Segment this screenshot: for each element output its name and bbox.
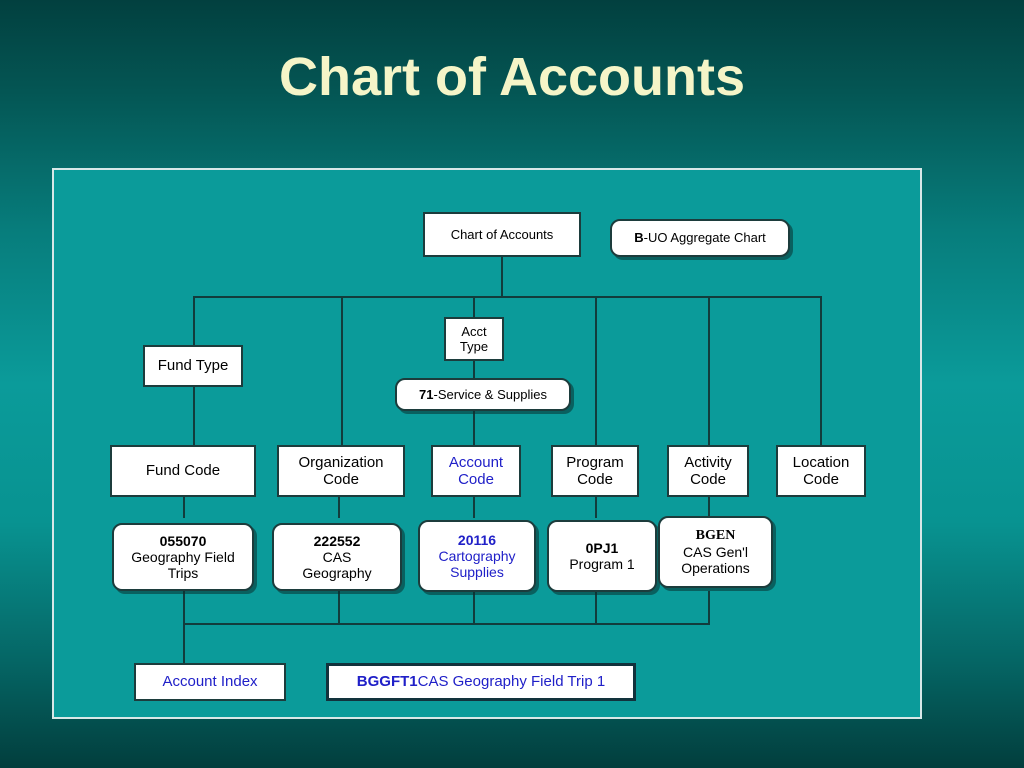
node-uo-aggregate-chart[interactable]: B - UO Aggregate Chart	[610, 219, 790, 257]
connector-bus-to-fund-type	[193, 296, 195, 345]
slide-canvas: Chart of Accounts Chart of Accounts B - …	[0, 0, 1024, 768]
node-location-code[interactable]: Location Code	[776, 445, 866, 497]
node-acct-type-line1: Acct	[461, 323, 487, 339]
node-program-code-value-line1: Program 1	[569, 556, 635, 572]
node-fund-type[interactable]: Fund Type	[143, 345, 243, 387]
connector-main-bus	[193, 296, 821, 298]
node-account-index-value[interactable]: BGGFT1 CAS Geography Field Trip 1	[326, 663, 636, 701]
diagram-panel: Chart of Accounts B - UO Aggregate Chart…	[52, 168, 922, 719]
node-organization-code-value[interactable]: 222552 CAS Geography	[272, 523, 402, 591]
node-fund-type-label: Fund Type	[157, 357, 229, 375]
node-location-code-line2: Code	[803, 471, 839, 488]
connector-lower-bus-to-index	[183, 623, 185, 663]
node-activity-code-line2: Code	[690, 471, 726, 488]
node-acct-type[interactable]: Acct Type	[444, 317, 504, 361]
node-activity-code-line1: Activity	[684, 453, 732, 471]
connector-program-value-down	[595, 591, 597, 624]
connector-org-value-down	[338, 591, 340, 624]
node-chart-of-accounts-label: Chart of Accounts	[450, 226, 554, 242]
node-activity-code-value[interactable]: BGEN CAS Gen'l Operations	[658, 516, 773, 588]
node-organization-code-value-line1: CAS	[322, 548, 352, 565]
node-location-code-line1: Location	[792, 453, 850, 471]
connector-bus-to-acct-type	[473, 296, 475, 317]
node-organization-code-line2: Code	[323, 471, 359, 488]
node-acct-type-value-label: Service & Supplies	[437, 386, 547, 402]
node-fund-code-value-line1: Geography Field	[131, 548, 235, 565]
node-organization-code-value-code: 222552	[313, 532, 361, 549]
node-organization-code-line1: Organization	[298, 453, 384, 471]
node-account-code-value-line1: Cartography	[438, 547, 516, 564]
page-title: Chart of Accounts	[278, 47, 745, 107]
node-fund-code-value-line2: Trips	[167, 565, 199, 582]
connector-bus-to-activity	[708, 296, 710, 445]
node-organization-code[interactable]: Organization Code	[277, 445, 405, 497]
connector-coa-to-bus	[501, 257, 503, 297]
node-activity-code-value-code: BGEN	[695, 527, 736, 543]
connector-activity-value-down	[708, 591, 710, 624]
node-account-index[interactable]: Account Index	[134, 663, 286, 701]
node-activity-code[interactable]: Activity Code	[667, 445, 749, 497]
connector-fund-value-down	[183, 591, 185, 624]
connector-bus-to-location	[820, 296, 822, 445]
node-account-code-value-line2: Supplies	[450, 564, 504, 581]
node-fund-code-value-code: 055070	[159, 532, 207, 549]
node-acct-type-value[interactable]: 71 - Service & Supplies	[395, 378, 571, 411]
node-account-code-line1: Account	[448, 453, 504, 471]
node-activity-code-value-line2: Operations	[681, 560, 750, 577]
node-program-code[interactable]: Program Code	[551, 445, 639, 497]
node-account-code-line2: Code	[458, 471, 494, 488]
node-program-code-value[interactable]: 0PJ1 Program 1	[547, 520, 657, 592]
node-uo-aggregate-label: UO Aggregate Chart	[647, 230, 766, 246]
connector-fund-type-to-fund-code	[193, 385, 195, 445]
node-program-code-line2: Code	[577, 471, 613, 488]
node-acct-type-line2: Type	[459, 339, 489, 354]
node-activity-code-value-line1: CAS Gen'l	[683, 543, 748, 560]
connector-account-value-down	[473, 591, 475, 624]
connector-bus-to-program	[595, 296, 597, 445]
node-program-code-line1: Program	[566, 453, 624, 471]
node-chart-of-accounts[interactable]: Chart of Accounts	[423, 212, 581, 257]
node-account-index-value-code: BGGFT1	[356, 673, 418, 691]
connector-lower-bus	[183, 623, 710, 625]
node-fund-code-value[interactable]: 055070 Geography Field Trips	[112, 523, 254, 591]
node-acct-type-value-code: 71	[419, 386, 434, 402]
node-account-index-value-label: CAS Geography Field Trip 1	[417, 673, 606, 691]
node-fund-code[interactable]: Fund Code	[110, 445, 256, 497]
node-uo-aggregate-code: B	[634, 230, 644, 246]
node-account-index-label: Account Index	[162, 673, 258, 691]
node-account-code[interactable]: Account Code	[431, 445, 521, 497]
connector-bus-to-organization	[341, 296, 343, 445]
node-program-code-value-code: 0PJ1	[585, 539, 619, 556]
node-organization-code-value-line2: Geography	[302, 565, 372, 582]
node-account-code-value-code: 20116	[457, 531, 497, 548]
node-fund-code-line1: Fund Code	[145, 462, 221, 480]
node-account-code-value[interactable]: 20116 Cartography Supplies	[418, 520, 536, 592]
